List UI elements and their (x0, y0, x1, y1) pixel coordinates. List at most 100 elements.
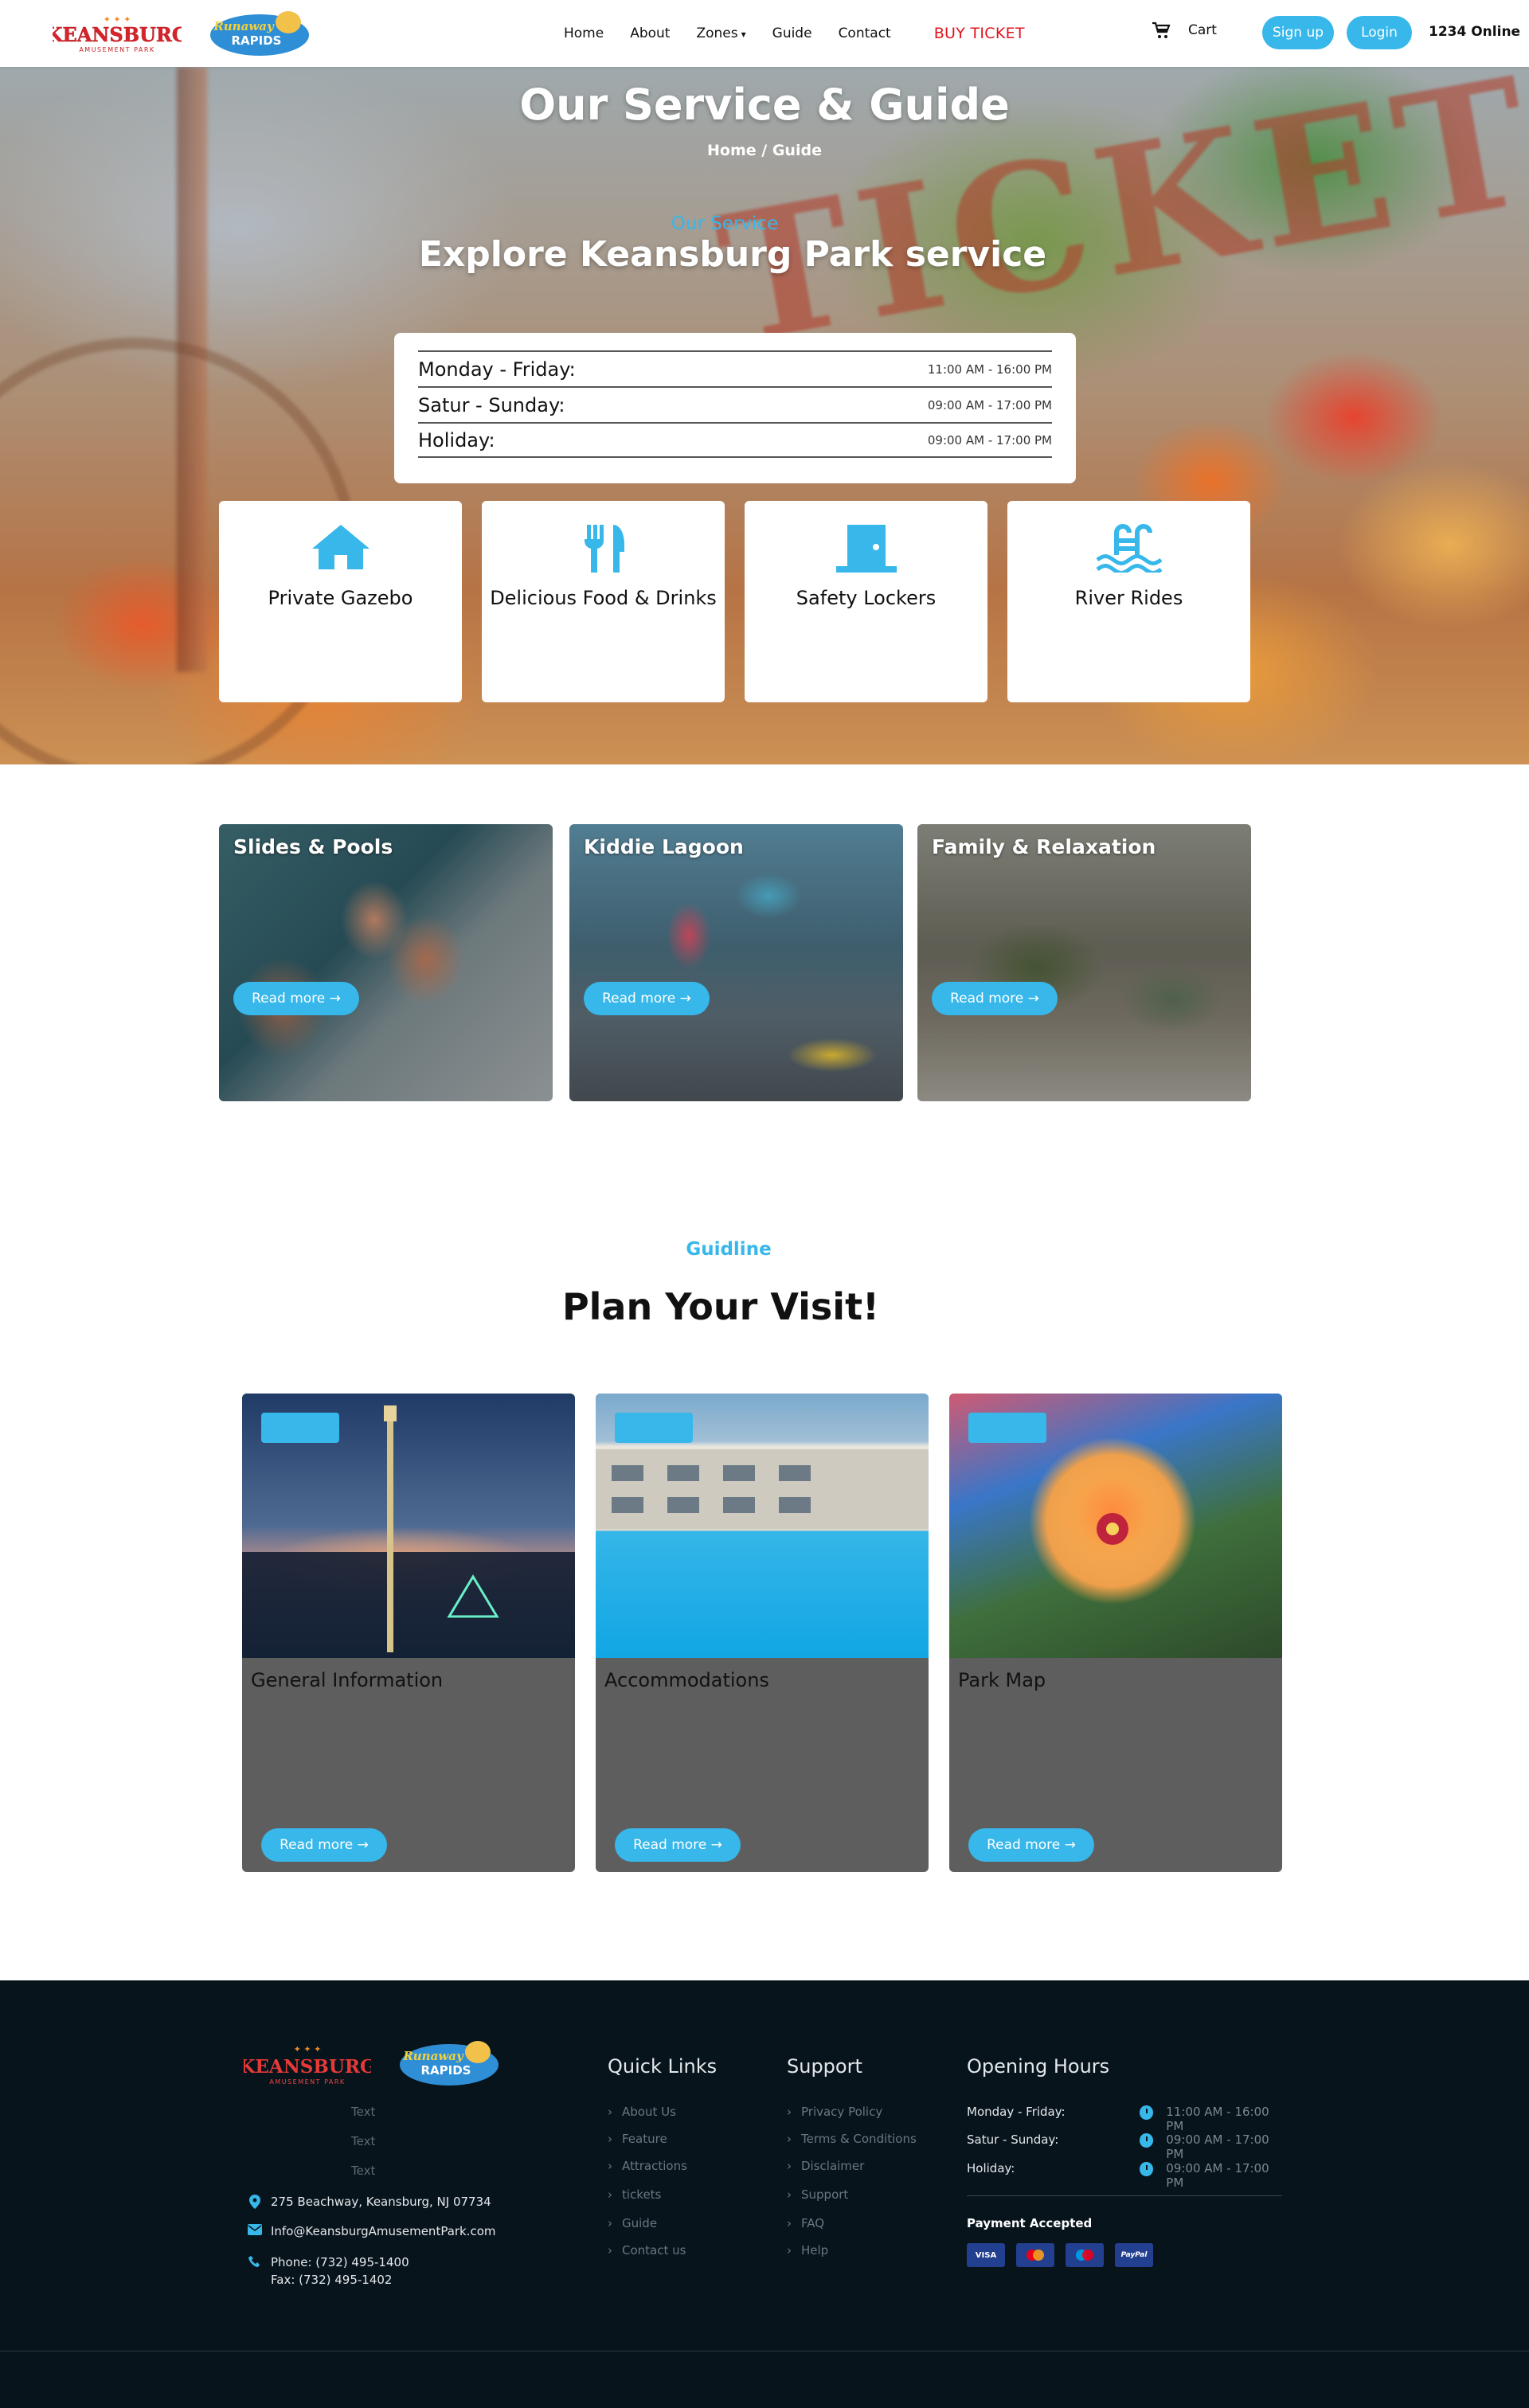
footer-link-attractions[interactable]: Attractions (608, 2159, 687, 2173)
footer-phone[interactable]: Phone: (732) 495-1400 Fax: (732) 495-1402 (247, 2254, 409, 2289)
service-subtitle: Our Service (671, 213, 779, 234)
footer-link-feature[interactable]: Feature (608, 2132, 667, 2146)
footer-link-tickets[interactable]: tickets (608, 2187, 661, 2202)
svg-text:AMUSEMENT PARK: AMUSEMENT PARK (79, 46, 154, 53)
clock-icon (1139, 2162, 1154, 2176)
cart-link[interactable]: Cart (1152, 21, 1217, 40)
service-label: Private Gazebo (268, 587, 413, 609)
login-button[interactable]: Login (1347, 16, 1412, 49)
footer-email[interactable]: Info@KeansburgAmusementPark.com (247, 2222, 496, 2240)
read-more-label: Read more (280, 1837, 354, 1853)
hours-row: Monday - Friday: 11:00 AM - 16:00 PM (418, 350, 1052, 386)
service-card-food[interactable]: Delicious Food & Drinks (482, 501, 725, 702)
maestro-icon (1066, 2243, 1104, 2267)
hero-section: TICKET Our Service & Guide Home / Guide … (0, 67, 1529, 764)
pool-icon (1096, 524, 1162, 573)
service-heading: Explore Keansburg Park service (418, 234, 1047, 275)
paypal-icon: PayPal (1115, 2243, 1153, 2267)
zone-title: Kiddie Lagoon (584, 835, 744, 858)
read-more-button[interactable]: Read more → (932, 982, 1058, 1015)
footer-link-disclaimer[interactable]: Disclaimer (787, 2159, 864, 2173)
nav-about[interactable]: About (630, 25, 670, 41)
utensils-icon (584, 525, 624, 573)
svg-text:KEANSBURG: KEANSBURG (244, 2056, 371, 2078)
zone-card-family[interactable]: Family & Relaxation Read more → (917, 824, 1251, 1101)
map-pin-icon (249, 2195, 260, 2209)
service-card-lockers[interactable]: Safety Lockers (745, 501, 987, 702)
svg-text:RAPIDS: RAPIDS (421, 2063, 471, 2078)
nav-contact[interactable]: Contact (839, 25, 891, 41)
footer-link-help[interactable]: Help (787, 2243, 828, 2258)
footer-link-support[interactable]: Support (787, 2187, 848, 2202)
zone-card-slides[interactable]: Slides & Pools Read more → (219, 824, 553, 1101)
guide-card-accommodations[interactable]: Accommodations Read more → (596, 1394, 929, 1872)
nav-guide[interactable]: Guide (772, 25, 812, 41)
guide-title: Plan Your Visit! (561, 1285, 880, 1328)
nav-zones[interactable]: Zones ▾ (696, 25, 745, 41)
category-tag (261, 1413, 339, 1443)
footer-hours-day: Monday - Friday: (967, 2105, 1066, 2119)
read-more-button[interactable]: Read more → (584, 982, 710, 1015)
footer-address: 275 Beachway, Keansburg, NJ 07734 (247, 2193, 491, 2211)
service-card-gazebo[interactable]: Private Gazebo (219, 501, 462, 702)
footer-link-contact[interactable]: Contact us (608, 2243, 686, 2258)
svg-text:Runaway: Runaway (213, 19, 275, 33)
read-more-button[interactable]: Read more → (233, 982, 359, 1015)
read-more-label: Read more (252, 991, 326, 1007)
arrow-right-icon: → (329, 991, 341, 1007)
footer-hours-time: 09:00 AM - 17:00 PM (1166, 2161, 1269, 2190)
read-more-button[interactable]: Read more → (968, 1828, 1094, 1862)
hours-row: Satur - Sunday: 09:00 AM - 17:00 PM (418, 386, 1052, 422)
footer-link-terms[interactable]: Terms & Conditions (787, 2132, 917, 2146)
page-title: Our Service & Guide (519, 80, 1010, 130)
runaway-rapids-logo[interactable]: Runaway RAPIDS (209, 8, 311, 57)
read-more-label: Read more (987, 1837, 1061, 1853)
footer-hours-day: Satur - Sunday: (967, 2132, 1059, 2147)
mastercard-icon (1016, 2243, 1054, 2267)
service-cards: Private Gazebo Delicious Food & Drinks S… (219, 501, 1251, 702)
read-more-label: Read more (602, 991, 676, 1007)
signup-button[interactable]: Sign up (1262, 16, 1334, 49)
online-count: 1234 Online (1429, 24, 1521, 40)
guide-card-park-map[interactable]: Park Map Read more → (949, 1394, 1282, 1872)
quick-links-title: Quick Links (608, 2055, 718, 2078)
zone-title: Family & Relaxation (932, 835, 1156, 858)
footer-text: Text (351, 2105, 376, 2119)
read-more-label: Read more (950, 991, 1024, 1007)
fax-text: Fax: (732) 495-1402 (271, 2273, 393, 2287)
door-icon (835, 525, 897, 573)
svg-text:Runaway: Runaway (402, 2049, 464, 2063)
service-card-river[interactable]: River Rides (1007, 501, 1250, 702)
guide-card-title: Accommodations (604, 1669, 769, 1691)
hours-day: Monday - Friday: (418, 358, 576, 381)
guide-card-general[interactable]: General Information Read more → (242, 1394, 575, 1872)
nav-home[interactable]: Home (564, 25, 604, 41)
hours-time: 09:00 AM - 17:00 PM (927, 397, 1052, 412)
hours-day: Satur - Sunday: (418, 393, 565, 416)
footer-hours-time: 09:00 AM - 17:00 PM (1166, 2132, 1269, 2161)
site-footer: ✦ ✦ ✦ KEANSBURG AMUSEMENT PARK Runaway R… (0, 1980, 1529, 2408)
visa-icon: VISA (967, 2243, 1005, 2267)
read-more-button[interactable]: Read more → (615, 1828, 741, 1862)
service-label: Safety Lockers (796, 587, 937, 609)
arrow-right-icon: → (710, 1837, 722, 1853)
runaway-rapids-logo[interactable]: Runaway RAPIDS (398, 2038, 500, 2087)
hours-time: 11:00 AM - 16:00 PM (927, 362, 1052, 377)
footer-link-guide[interactable]: Guide (608, 2216, 657, 2230)
breadcrumb[interactable]: Home / Guide (0, 142, 1529, 159)
footer-link-about[interactable]: About Us (608, 2105, 676, 2119)
footer-hours-day: Holiday: (967, 2161, 1015, 2175)
site-header: ✦ ✦ ✦ KEANSBURG AMUSEMENT PARK Runaway R… (0, 0, 1529, 67)
buy-ticket-link[interactable]: BUY TICKET (934, 25, 1025, 42)
footer-link-faq[interactable]: FAQ (787, 2216, 824, 2230)
keansburg-logo[interactable]: ✦ ✦ ✦ KEANSBURG AMUSEMENT PARK (53, 11, 182, 56)
keansburg-logo[interactable]: ✦ ✦ ✦ KEANSBURG AMUSEMENT PARK (244, 2041, 371, 2089)
guide-card-title: Park Map (958, 1669, 1046, 1691)
read-more-button[interactable]: Read more → (261, 1828, 387, 1862)
zone-card-kiddie[interactable]: Kiddie Lagoon Read more → (569, 824, 903, 1101)
hours-day: Holiday: (418, 428, 495, 452)
footer-link-privacy[interactable]: Privacy Policy (787, 2105, 882, 2119)
arrow-right-icon: → (1064, 1837, 1076, 1853)
svg-text:KEANSBURG: KEANSBURG (53, 23, 182, 46)
hours-row: Holiday: 09:00 AM - 17:00 PM (418, 422, 1052, 458)
